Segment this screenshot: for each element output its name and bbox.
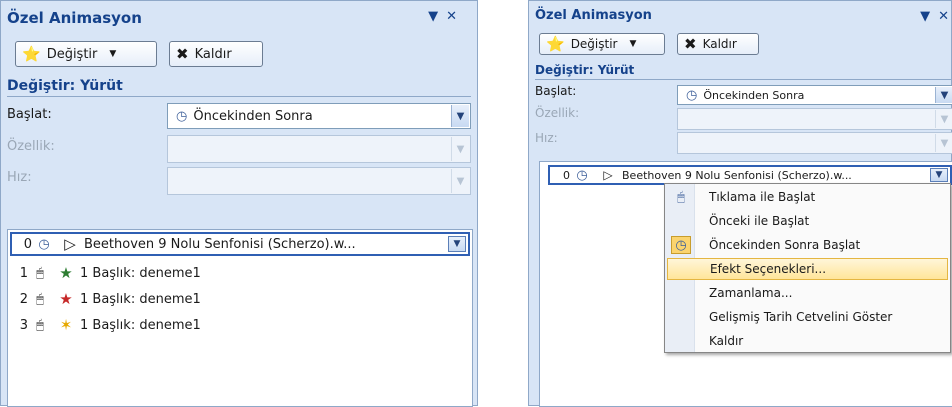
start-label: Başlat: [7,107,52,122]
mouse-icon: 🖱 [36,265,44,281]
start-label: Başlat: [535,84,577,98]
change-button[interactable]: ⭐ Değiştir ▼ [15,41,157,67]
chevron-down-icon: ▼ [451,169,469,193]
exit-star-icon: ★ [59,290,73,308]
clock-icon: ◷ [576,167,588,183]
clock-icon: ◷ [686,87,698,103]
chevron-down-icon[interactable]: ▼ [448,236,466,252]
effects-list[interactable]: 0 ◷ ▷ Beethoven 9 Nolu Senfonisi (Scherz… [7,229,473,407]
chevron-down-icon: ▼ [451,137,469,161]
section-title: Değiştir: Yürüt [535,63,952,80]
row-text: Beethoven 9 Nolu Senfonisi (Scherzo).w..… [622,168,852,182]
row-text: 1 Başlık: deneme1 [80,265,201,281]
change-button[interactable]: ⭐ Değiştir ▼ [539,33,665,55]
start-value: Öncekinden Sonra [193,108,313,124]
menu-item-with-previous[interactable]: Önceki ile Başlat [667,210,948,232]
row-text: 1 Başlık: deneme1 [80,291,201,307]
row-number: 0 [23,236,32,252]
context-menu: 🖱 Tıklama ile Başlat Önceki ile Başlat ◷… [664,183,951,353]
menu-item-label: Öncekinden Sonra Başlat [709,238,861,252]
pane-title: Özel Animasyon [535,8,652,23]
start-select[interactable]: ◷ Öncekinden Sonra ▼ [677,85,952,105]
menu-item-label: Gelişmiş Tarih Cetvelini Göster [709,310,893,324]
section-title: Değiştir: Yürüt [7,78,471,97]
clock-icon: ◷ [38,236,50,252]
mouse-icon: 🖱 [677,189,685,205]
property-label: Özellik: [535,106,580,120]
start-value: Öncekinden Sonra [703,88,805,102]
change-button-label: Değiştir [570,37,618,51]
menu-item-label: Zamanlama... [709,286,793,300]
chevron-down-icon[interactable]: ▼ [930,168,948,182]
property-select: ▼ [167,135,471,163]
change-button-label: Değiştir [46,46,98,62]
row-number: 1 [19,265,28,281]
effect-row[interactable]: 3 🖱 ✶ 1 Başlık: deneme1 [8,314,472,336]
pane-controls[interactable]: ▼✕ [428,9,465,24]
chevron-down-icon[interactable]: ▼ [451,105,469,127]
remove-button-label: Kaldır [702,37,737,51]
chevron-down-icon[interactable]: ▼ [920,9,938,24]
chevron-down-icon: ▼ [109,49,117,59]
menu-item-click-start[interactable]: 🖱 Tıklama ile Başlat [667,186,948,208]
remove-button-label: Kaldır [194,46,232,62]
chevron-down-icon[interactable]: ▼ [935,87,952,103]
play-icon: ▷ [603,168,613,182]
effect-row[interactable]: 2 🖱 ★ 1 Başlık: deneme1 [8,288,472,310]
chevron-down-icon: ▼ [935,134,952,152]
close-icon[interactable]: ✕ [938,9,952,24]
pane-controls[interactable]: ▼✕ [920,9,952,24]
speed-select: ▼ [677,132,952,154]
row-text: Beethoven 9 Nolu Senfonisi (Scherzo).w..… [84,236,356,252]
row-number: 0 [563,168,570,182]
menu-item-timing[interactable]: Zamanlama... [667,282,948,304]
pane-title: Özel Animasyon [7,9,142,27]
menu-item-label: Önceki ile Başlat [709,214,810,228]
clock-icon: ◷ [176,108,188,124]
star-effect-icon: ⭐ [22,45,41,63]
custom-animation-pane-left: Özel Animasyon ▼✕ ⭐ Değiştir ▼ ✖ Kaldır … [0,0,478,407]
start-select[interactable]: ◷ Öncekinden Sonra ▼ [167,103,471,129]
entrance-star-icon: ★ [59,264,73,282]
menu-item-after-previous[interactable]: ◷ Öncekinden Sonra Başlat [667,234,948,256]
remove-button[interactable]: ✖ Kaldır [169,41,263,67]
clock-icon: ◷ [671,236,691,254]
speed-label: Hız: [535,131,558,145]
effect-row-selected[interactable]: 0 ◷ ▷ Beethoven 9 Nolu Senfonisi (Scherz… [10,232,470,256]
row-number: 3 [19,317,28,333]
mouse-icon: 🖱 [36,317,44,333]
menu-item-effect-options[interactable]: Efekt Seçenekleri... [667,258,948,280]
menu-item-label: Efekt Seçenekleri... [710,262,827,276]
emphasis-star-icon: ✶ [59,316,73,334]
speed-label: Hız: [7,170,32,185]
star-effect-icon: ⭐ [546,35,565,53]
remove-effect-icon: ✖ [684,35,697,53]
mouse-icon: 🖱 [36,291,44,307]
close-icon[interactable]: ✕ [446,9,465,24]
row-text: 1 Başlık: deneme1 [80,317,201,333]
remove-effect-icon: ✖ [176,45,189,63]
play-icon: ▷ [64,235,76,253]
effect-row[interactable]: 1 🖱 ★ 1 Başlık: deneme1 [8,262,472,284]
speed-select: ▼ [167,167,471,195]
property-select: ▼ [677,108,952,130]
remove-button[interactable]: ✖ Kaldır [677,33,759,55]
menu-item-advanced-timeline[interactable]: Gelişmiş Tarih Cetvelini Göster [667,306,948,328]
effect-row-selected[interactable]: 0 ◷ ▷ Beethoven 9 Nolu Senfonisi (Scherz… [548,165,952,185]
menu-item-label: Kaldır [709,334,744,348]
chevron-down-icon: ▼ [935,110,952,128]
row-number: 2 [19,291,28,307]
chevron-down-icon[interactable]: ▼ [428,9,446,24]
menu-item-remove[interactable]: Kaldır [667,330,948,352]
property-label: Özellik: [7,139,55,154]
menu-item-label: Tıklama ile Başlat [709,190,816,204]
chevron-down-icon: ▼ [629,39,637,49]
